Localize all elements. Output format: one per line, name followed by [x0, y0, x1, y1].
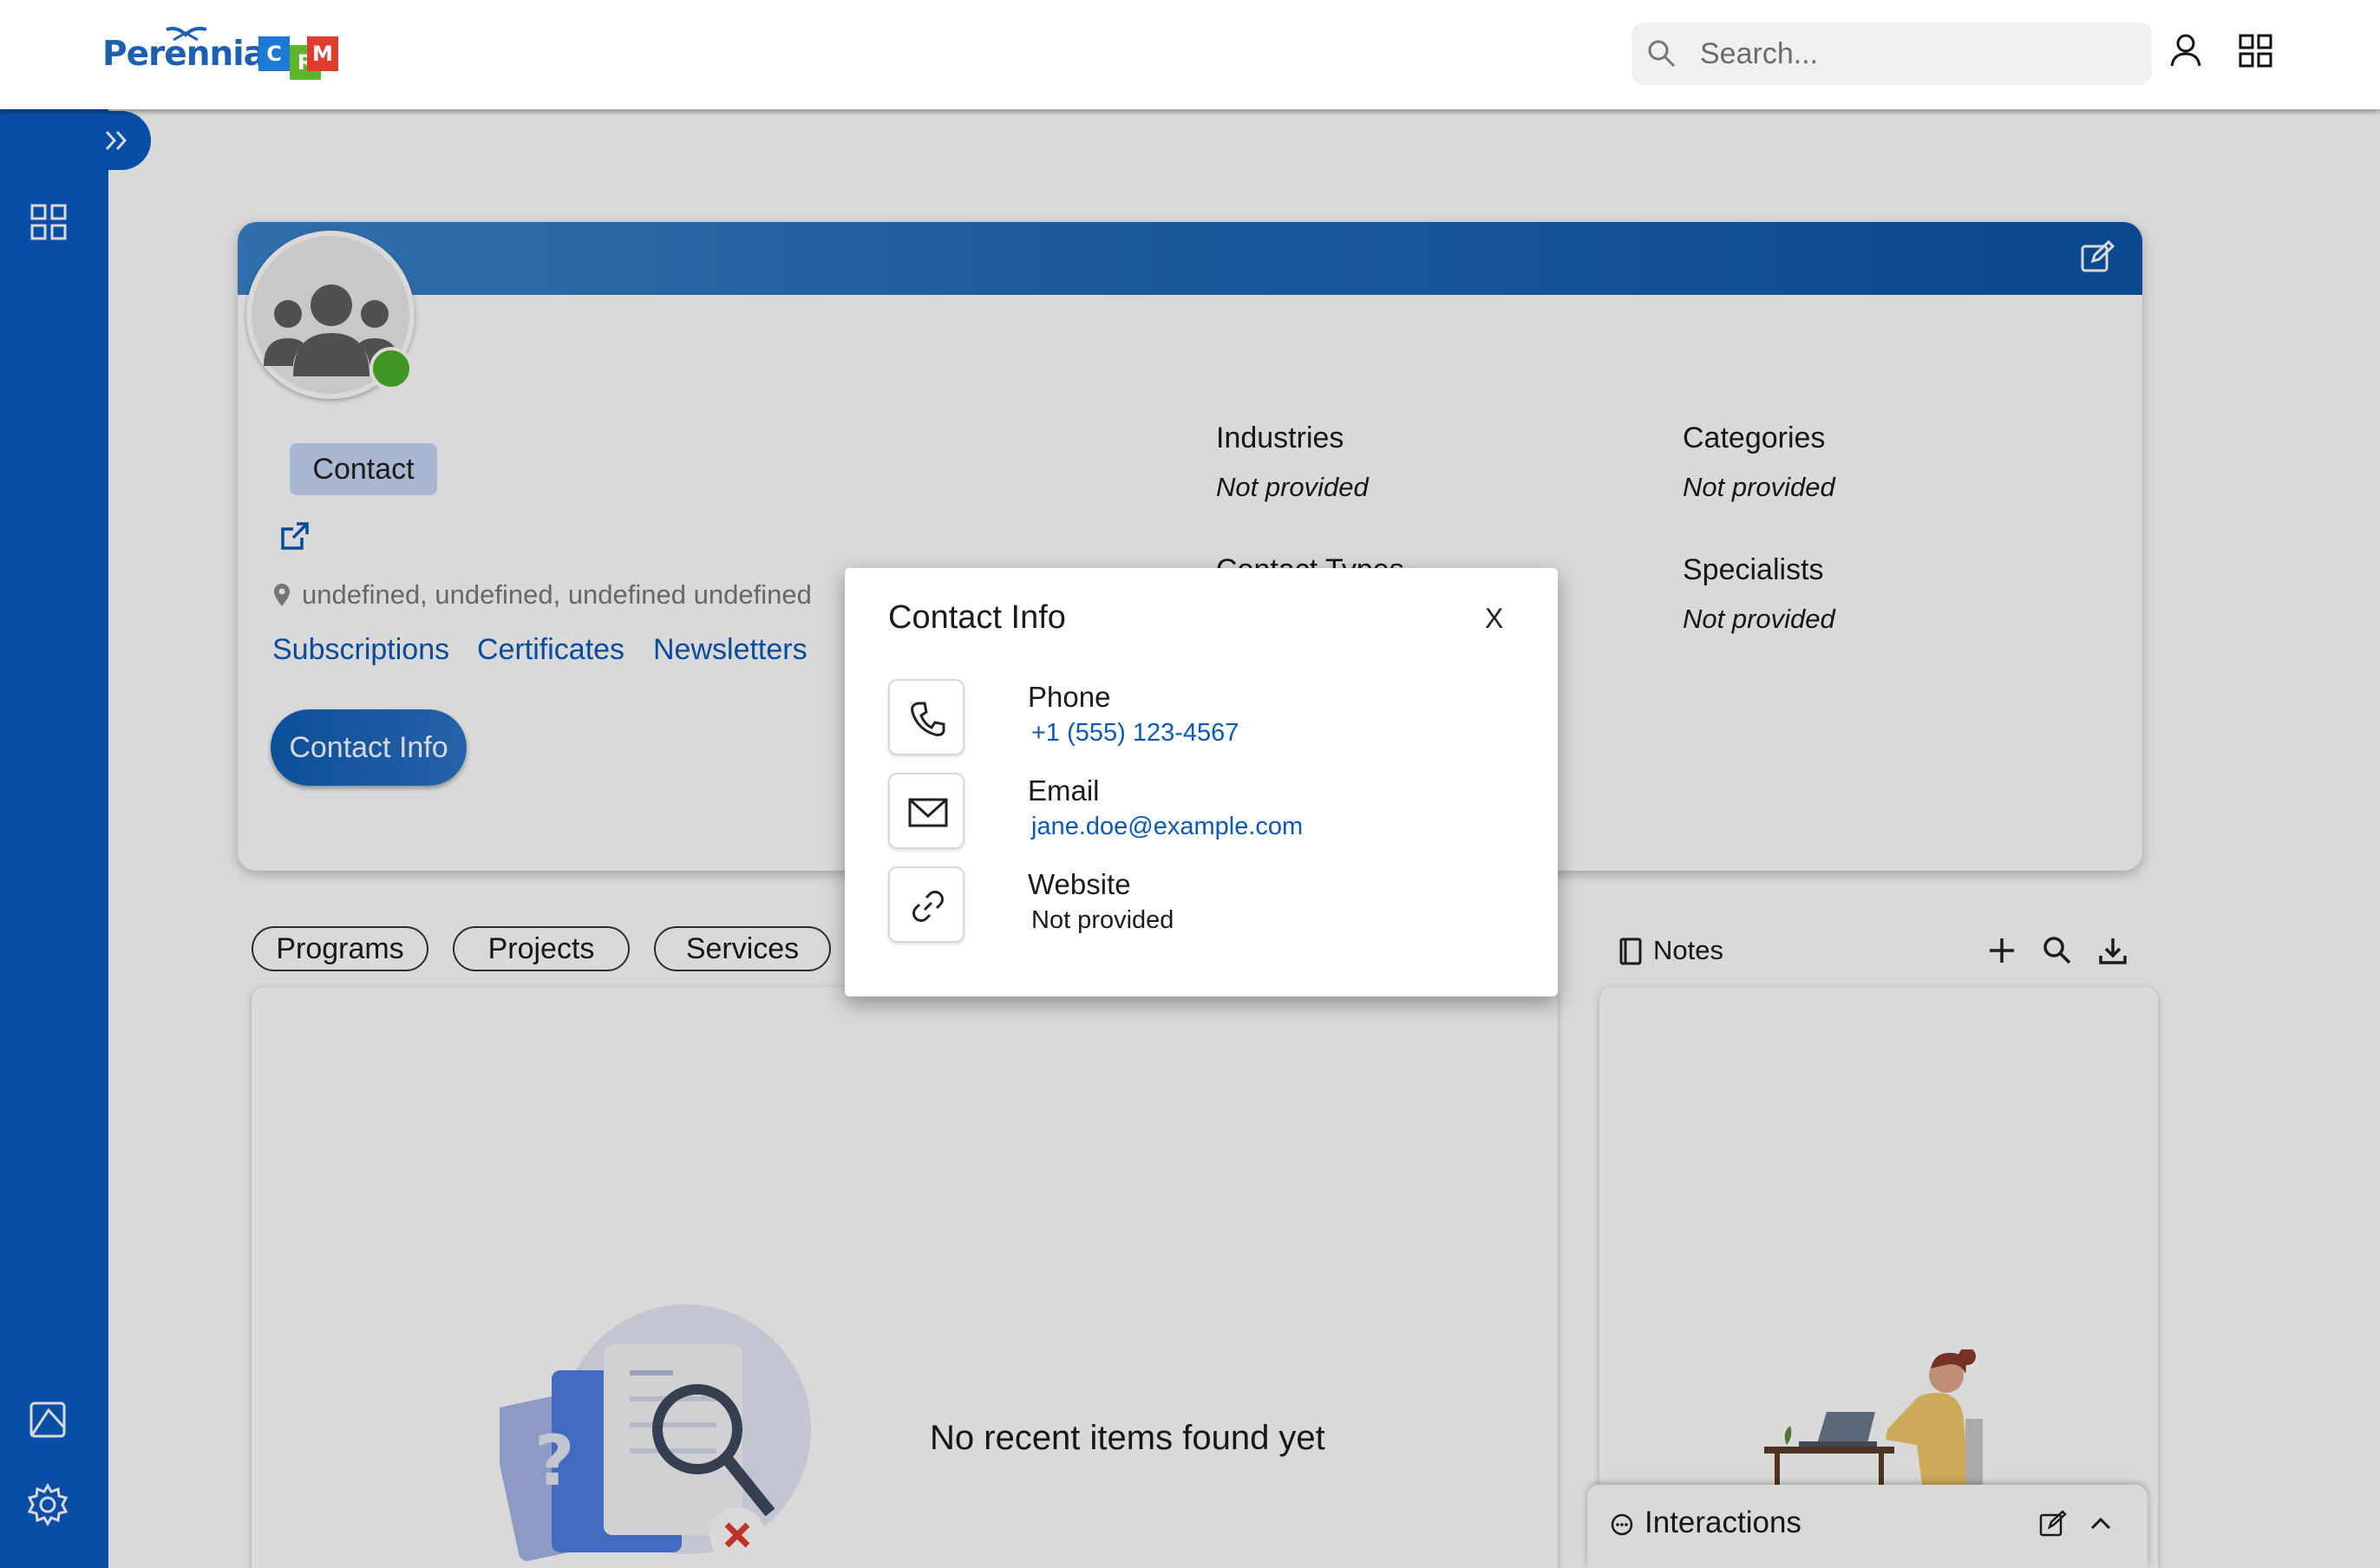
mail-icon — [908, 798, 948, 827]
link-icon — [912, 891, 944, 922]
website-value: Not provided — [1031, 906, 1174, 934]
contact-info-modal: Contact Info X Phone +1 (555) 123-4567 E… — [845, 568, 1558, 996]
user-icon[interactable] — [2167, 31, 2205, 69]
crm-logo-c: C — [258, 36, 290, 71]
phone-icon-box — [888, 679, 964, 755]
crm-logo-m: M — [307, 36, 338, 71]
website-icon-box — [888, 866, 964, 943]
logo-mark-icon — [166, 26, 207, 42]
close-button[interactable]: X — [1485, 603, 1503, 635]
search-input[interactable] — [1700, 23, 2134, 85]
phone-link[interactable]: +1 (555) 123-4567 — [1031, 719, 1239, 748]
apps-grid-icon[interactable] — [2238, 33, 2274, 69]
website-label: Website — [1028, 868, 1131, 900]
phone-icon — [911, 702, 945, 736]
email-icon-box — [888, 773, 964, 849]
email-link[interactable]: jane.doe@example.com — [1031, 813, 1303, 841]
modal-title: Contact Info — [888, 599, 1066, 636]
email-label: Email — [1028, 774, 1100, 807]
top-bar: Perennia C R M — [0, 0, 2380, 109]
phone-label: Phone — [1028, 681, 1111, 713]
search-icon — [1648, 40, 1676, 68]
